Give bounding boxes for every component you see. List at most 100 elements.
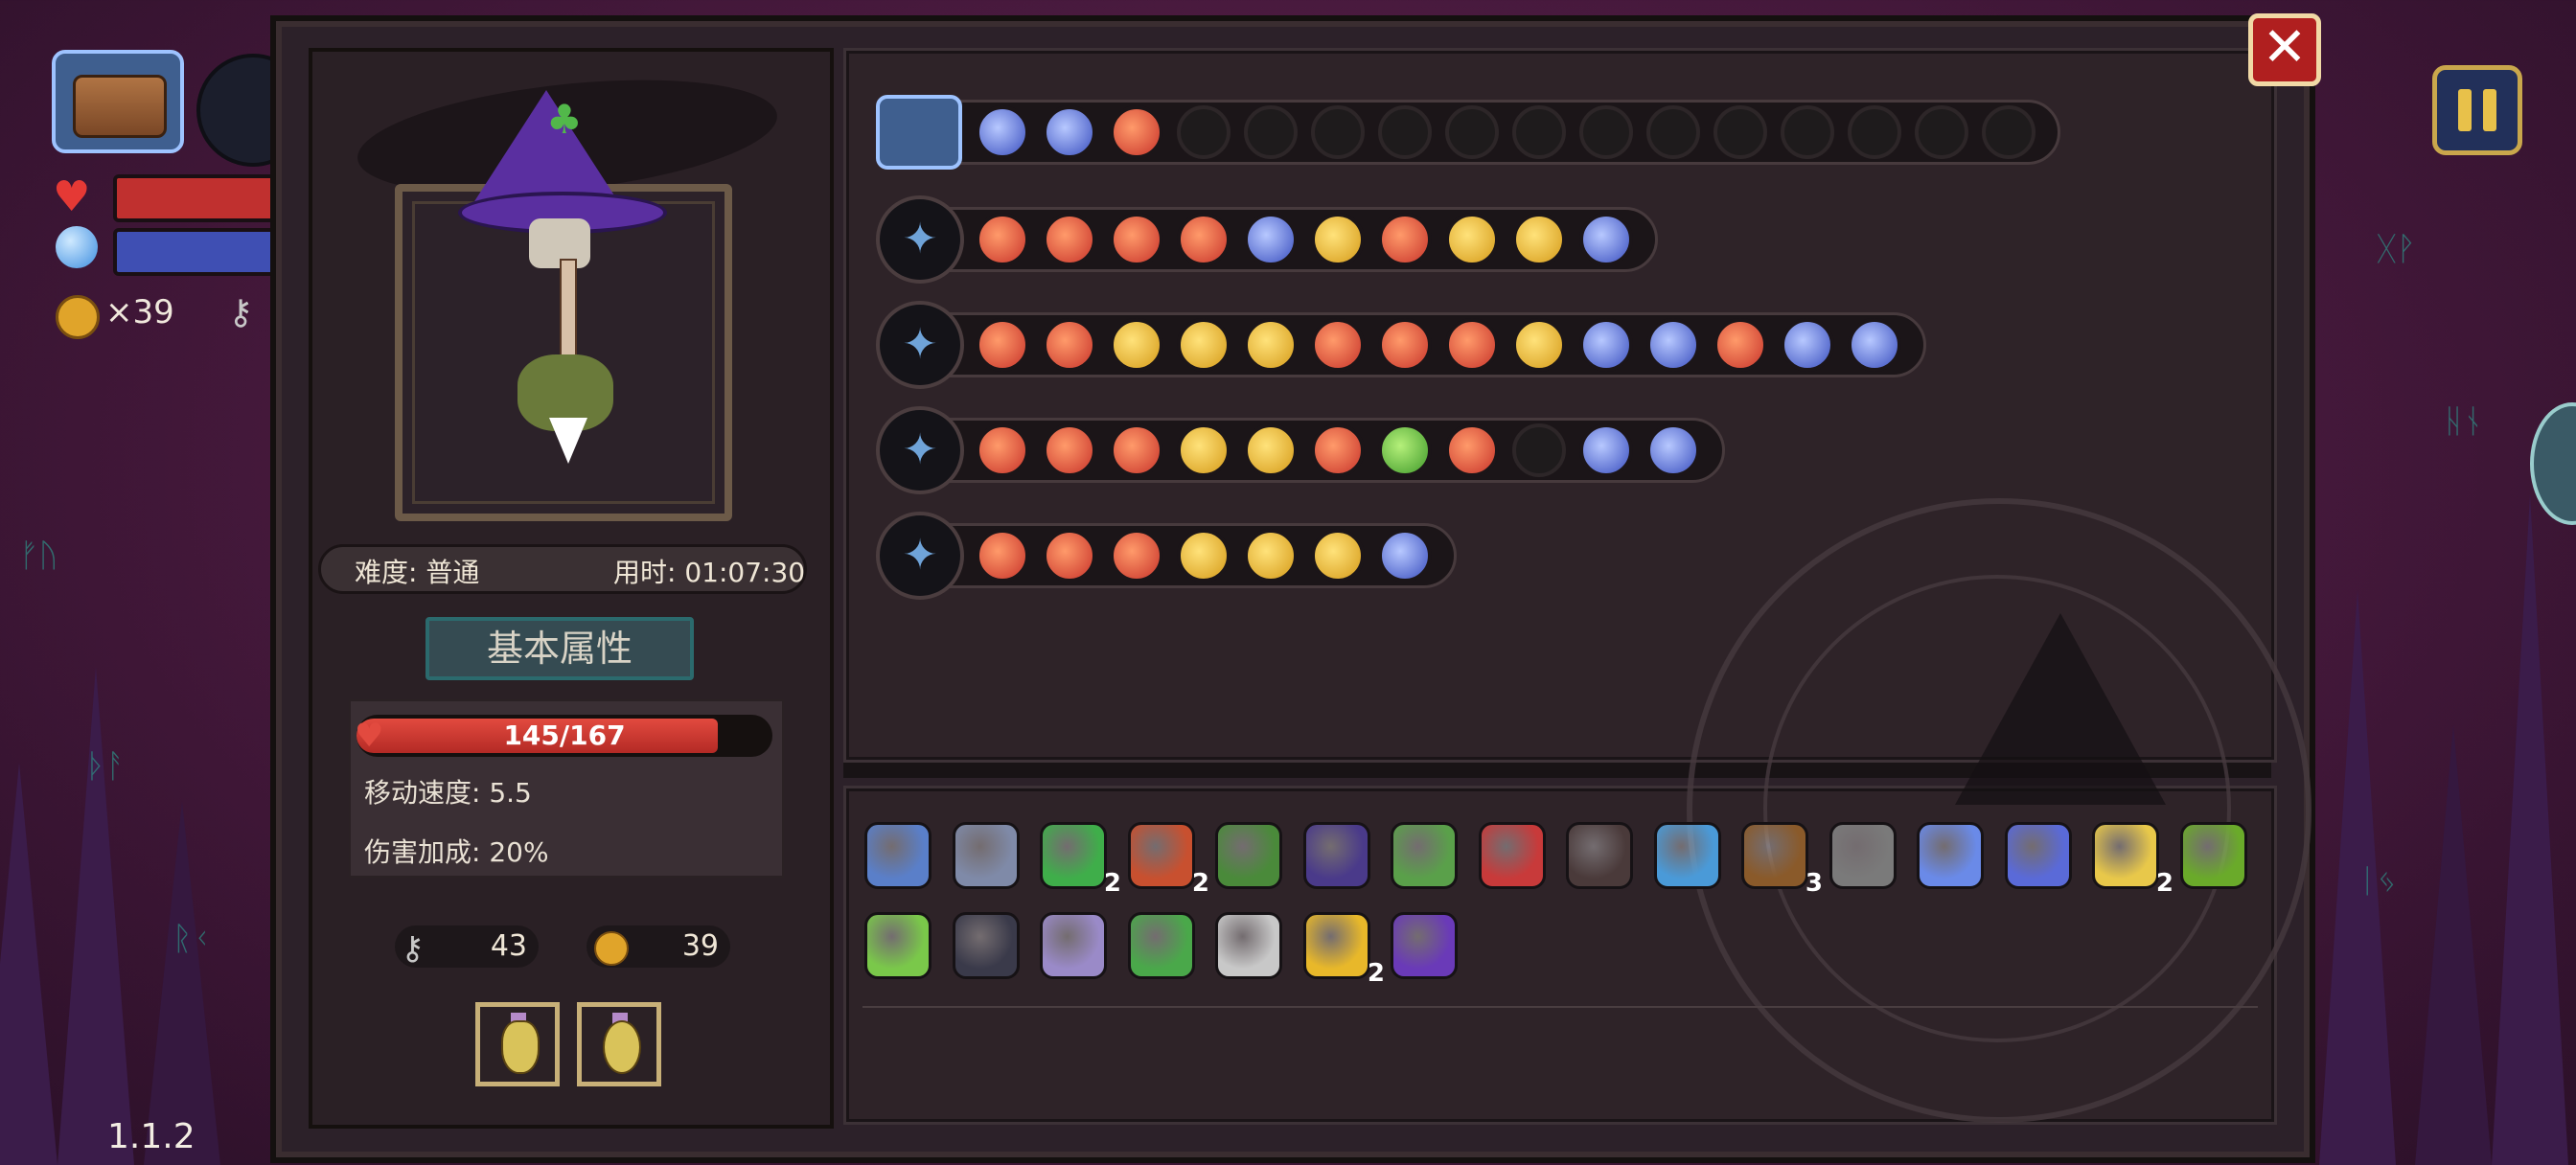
skill-icon[interactable] [1311, 423, 1365, 477]
character-staff [560, 259, 577, 368]
amulet-icon[interactable] [2005, 822, 2072, 889]
skill-icon[interactable] [1244, 423, 1298, 477]
skill-icon[interactable] [976, 318, 1029, 372]
cape-icon[interactable] [1303, 822, 1370, 889]
empty-skill-slot[interactable] [1781, 105, 1834, 159]
cone-icon[interactable]: 2 [2092, 822, 2174, 898]
potion-slot[interactable] [577, 1002, 661, 1086]
bat-icon[interactable] [1566, 822, 1633, 889]
empty-skill-slot[interactable] [1714, 105, 1767, 159]
skill-icon[interactable] [1110, 423, 1163, 477]
weapon-slot[interactable]: ✦ [876, 195, 964, 284]
wizard-hat-icon[interactable] [1391, 912, 1458, 979]
horn-icon[interactable]: 2 [1128, 822, 1209, 898]
weapon-icon: ✦ [902, 215, 938, 263]
skill-icon[interactable] [1311, 318, 1365, 372]
chest-slot[interactable] [876, 95, 962, 170]
skill-icon[interactable] [976, 213, 1029, 266]
empty-skill-slot[interactable] [1445, 105, 1499, 159]
skill-icon[interactable] [1043, 213, 1096, 266]
rock-icon[interactable] [953, 822, 1020, 889]
skill-icon[interactable] [1378, 423, 1432, 477]
skill-icon[interactable] [1311, 213, 1365, 266]
snake-staff-icon[interactable] [1479, 822, 1546, 889]
empty-skill-slot[interactable] [1848, 105, 1901, 159]
skill-icon[interactable] [1177, 318, 1230, 372]
skill-icon[interactable] [1579, 213, 1633, 266]
skill-icon[interactable] [1445, 318, 1499, 372]
skill-icon[interactable] [1177, 213, 1230, 266]
hp-bar: 145/167 [356, 715, 772, 757]
skill-icon[interactable] [1244, 213, 1298, 266]
skill-icon[interactable] [1110, 213, 1163, 266]
empty-skill-slot[interactable] [1915, 105, 1968, 159]
bell-icon[interactable]: 2 [1303, 912, 1385, 988]
empty-skill-slot[interactable] [1646, 105, 1700, 159]
arrow-icon[interactable] [1829, 822, 1897, 889]
pot-icon[interactable] [2180, 822, 2247, 889]
skill-icon[interactable] [1177, 423, 1230, 477]
skill-icon[interactable] [1445, 423, 1499, 477]
empty-skill-slot[interactable] [1982, 105, 2036, 159]
armor-icon[interactable]: 3 [1741, 822, 1823, 898]
mana-orb-icon [56, 226, 98, 268]
weapon-slot[interactable]: ✦ [876, 406, 964, 494]
skill-icon[interactable] [1848, 318, 1901, 372]
empty-skill-slot[interactable] [1512, 423, 1566, 477]
herb-icon[interactable] [1391, 822, 1458, 889]
item-count: 2 [2155, 869, 2174, 898]
leaf-icon[interactable] [1128, 912, 1195, 979]
skill-icon[interactable] [1043, 529, 1096, 582]
skill-icon[interactable] [1110, 105, 1163, 159]
skill-icon[interactable] [1043, 105, 1096, 159]
empty-skill-slot[interactable] [1244, 105, 1298, 159]
empty-skill-slot[interactable] [1311, 105, 1365, 159]
boot-icon[interactable] [1215, 822, 1282, 889]
skill-icon[interactable] [1110, 529, 1163, 582]
feather-icon[interactable] [1040, 912, 1107, 979]
skill-icon[interactable] [976, 529, 1029, 582]
mirror-icon[interactable] [1917, 822, 1984, 889]
skill-icon[interactable] [976, 105, 1029, 159]
skill-icon[interactable] [1311, 529, 1365, 582]
weapon-slot[interactable]: ✦ [876, 301, 964, 389]
skill-icon[interactable] [976, 423, 1029, 477]
skill-icon[interactable] [1177, 529, 1230, 582]
skill-icon[interactable] [1781, 318, 1834, 372]
skill-icon[interactable] [1244, 529, 1298, 582]
ribcage-icon[interactable] [1215, 912, 1282, 979]
skill-icon[interactable] [1646, 423, 1700, 477]
skill-icon[interactable] [1579, 318, 1633, 372]
skill-icon[interactable] [1579, 423, 1633, 477]
empty-skill-slot[interactable] [1579, 105, 1633, 159]
skill-icon[interactable] [1512, 213, 1566, 266]
pause-button[interactable] [2432, 65, 2522, 155]
item-count: 2 [1103, 869, 1121, 898]
key-icon: ⚷ [401, 929, 425, 968]
skill-icon[interactable] [1378, 529, 1432, 582]
skill-icon[interactable] [1043, 423, 1096, 477]
skill-icon[interactable] [1646, 318, 1700, 372]
ring-icon[interactable] [1654, 822, 1721, 889]
skill-icon[interactable] [1714, 318, 1767, 372]
skill-icon[interactable] [1445, 213, 1499, 266]
weapon-icon: ✦ [902, 531, 938, 580]
skill-icon[interactable] [1378, 318, 1432, 372]
inventory-chest-button[interactable] [52, 50, 184, 153]
helmet-icon[interactable] [953, 912, 1020, 979]
shield-icon[interactable] [864, 822, 932, 889]
rune-decoration: ᛁᛃ [2358, 862, 2397, 901]
empty-skill-slot[interactable] [1177, 105, 1230, 159]
weapon-slot[interactable]: ✦ [876, 512, 964, 600]
skill-icon[interactable] [1244, 318, 1298, 372]
skill-icon[interactable] [1110, 318, 1163, 372]
empty-skill-slot[interactable] [1512, 105, 1566, 159]
syringe-icon[interactable] [864, 912, 932, 979]
close-button[interactable]: ✕ [2248, 13, 2321, 86]
empty-skill-slot[interactable] [1378, 105, 1432, 159]
clover-icon[interactable]: 2 [1040, 822, 1121, 898]
potion-slot[interactable] [475, 1002, 560, 1086]
skill-icon[interactable] [1043, 318, 1096, 372]
skill-icon[interactable] [1378, 213, 1432, 266]
skill-icon[interactable] [1512, 318, 1566, 372]
